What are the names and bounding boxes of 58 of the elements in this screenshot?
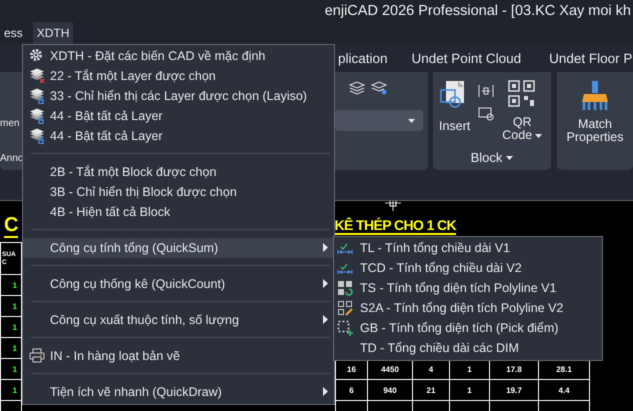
table-cell: 4.4 bbox=[538, 380, 590, 400]
layers-settings-icon bbox=[371, 80, 387, 96]
submenu-arrow-icon bbox=[323, 243, 328, 252]
menu-item[interactable]: Công cụ thống kê (QuickCount) bbox=[23, 274, 334, 294]
ribbon-tab[interactable]: Undet Point Cloud bbox=[412, 50, 522, 66]
caret-icon bbox=[408, 118, 415, 122]
ribbon-tab[interactable]: plication bbox=[338, 50, 388, 66]
submenu-arrow-icon bbox=[323, 387, 328, 396]
panel-title: Block bbox=[470, 150, 502, 165]
layers-icon bbox=[29, 108, 45, 124]
table-cell: 21 bbox=[412, 380, 450, 400]
insert-button[interactable]: Insert bbox=[439, 80, 470, 142]
menu-item[interactable]: 33 - Chỉ hiển thị các Layer được chọn (Layiso) bbox=[23, 86, 334, 106]
menu-bar-item[interactable]: XDTH bbox=[32, 22, 74, 44]
menu-item[interactable]: 2B - Tắt một Block được chọn bbox=[23, 162, 334, 182]
menu-bar-item[interactable]: ess bbox=[0, 22, 27, 44]
dropdown-field[interactable] bbox=[335, 110, 423, 131]
ribbon-label: men bbox=[0, 118, 20, 129]
menu-item[interactable]: Công cụ xuất thuộc tính, số lượng bbox=[23, 310, 334, 330]
menu-item[interactable]: GB - Tính tổng diện tích (Pick điểm) bbox=[334, 318, 602, 338]
layers-icon bbox=[349, 80, 365, 96]
table-cell: 1 bbox=[450, 380, 490, 400]
block-edit-icon bbox=[478, 106, 494, 121]
layers-icon bbox=[29, 128, 45, 144]
drawing-title: C bbox=[4, 214, 18, 238]
menu-item[interactable]: 44 - Bật tất cả Layer bbox=[23, 126, 334, 146]
qr-code-icon bbox=[508, 80, 536, 108]
menu-item[interactable]: 22 - Tắt một Layer được chọn bbox=[23, 66, 334, 86]
menu-item[interactable]: 44 - Bật tất cả Layer bbox=[23, 106, 334, 126]
grid-area-icon bbox=[337, 280, 353, 296]
submenu-arrow-icon bbox=[323, 279, 328, 288]
broom-icon bbox=[581, 80, 609, 112]
menu-item[interactable]: IN - In hàng loạt bản vẽ bbox=[23, 346, 334, 366]
layers-icon bbox=[29, 68, 45, 84]
menu-item[interactable]: 3B - Chỉ hiển thị Block được chọn bbox=[23, 182, 334, 202]
match-properties-button[interactable]: Match Properties bbox=[565, 80, 625, 144]
window-title: enjiCAD 2026 Professional - [03.KC Xay moi kh bbox=[324, 3, 631, 19]
caret-icon bbox=[535, 134, 542, 138]
qr-code-button[interactable]: QR Code bbox=[502, 80, 542, 142]
submenu-arrow-icon bbox=[323, 315, 328, 324]
caret-icon bbox=[506, 156, 514, 160]
gear-icon bbox=[29, 48, 43, 62]
layers-icon bbox=[29, 88, 45, 104]
grid-pencil-icon bbox=[337, 300, 353, 316]
printer-icon bbox=[29, 348, 45, 363]
menu-item[interactable]: 4B - Hiện tất cả Block bbox=[23, 202, 334, 222]
menu-item[interactable]: TD - Tổng chiều dài các DIM bbox=[334, 338, 602, 358]
menu-item[interactable]: S2A - Tính tổng diện tích Polyline V2 bbox=[334, 298, 602, 318]
menu-item[interactable]: Công cụ tính tổng (QuickSum) bbox=[23, 238, 334, 258]
table-cell: 19.7 bbox=[490, 380, 538, 400]
dotted-square-plus-icon bbox=[337, 320, 353, 336]
menu-item[interactable]: TCD - Tính tổng chiều dài V2 bbox=[334, 258, 602, 278]
menu-item[interactable]: TS - Tính tổng diện tích Polyline V1 bbox=[334, 278, 602, 298]
table-cell: 940 bbox=[368, 380, 412, 400]
menu-item[interactable]: XDTH - Đặt các biến CAD về mặc định bbox=[23, 46, 334, 66]
menu-item[interactable]: TL - Tính tổng chiều dài V1 bbox=[334, 238, 602, 258]
dimension-icon bbox=[478, 84, 494, 98]
ribbon-tab[interactable]: Undet Floor P bbox=[549, 50, 632, 66]
